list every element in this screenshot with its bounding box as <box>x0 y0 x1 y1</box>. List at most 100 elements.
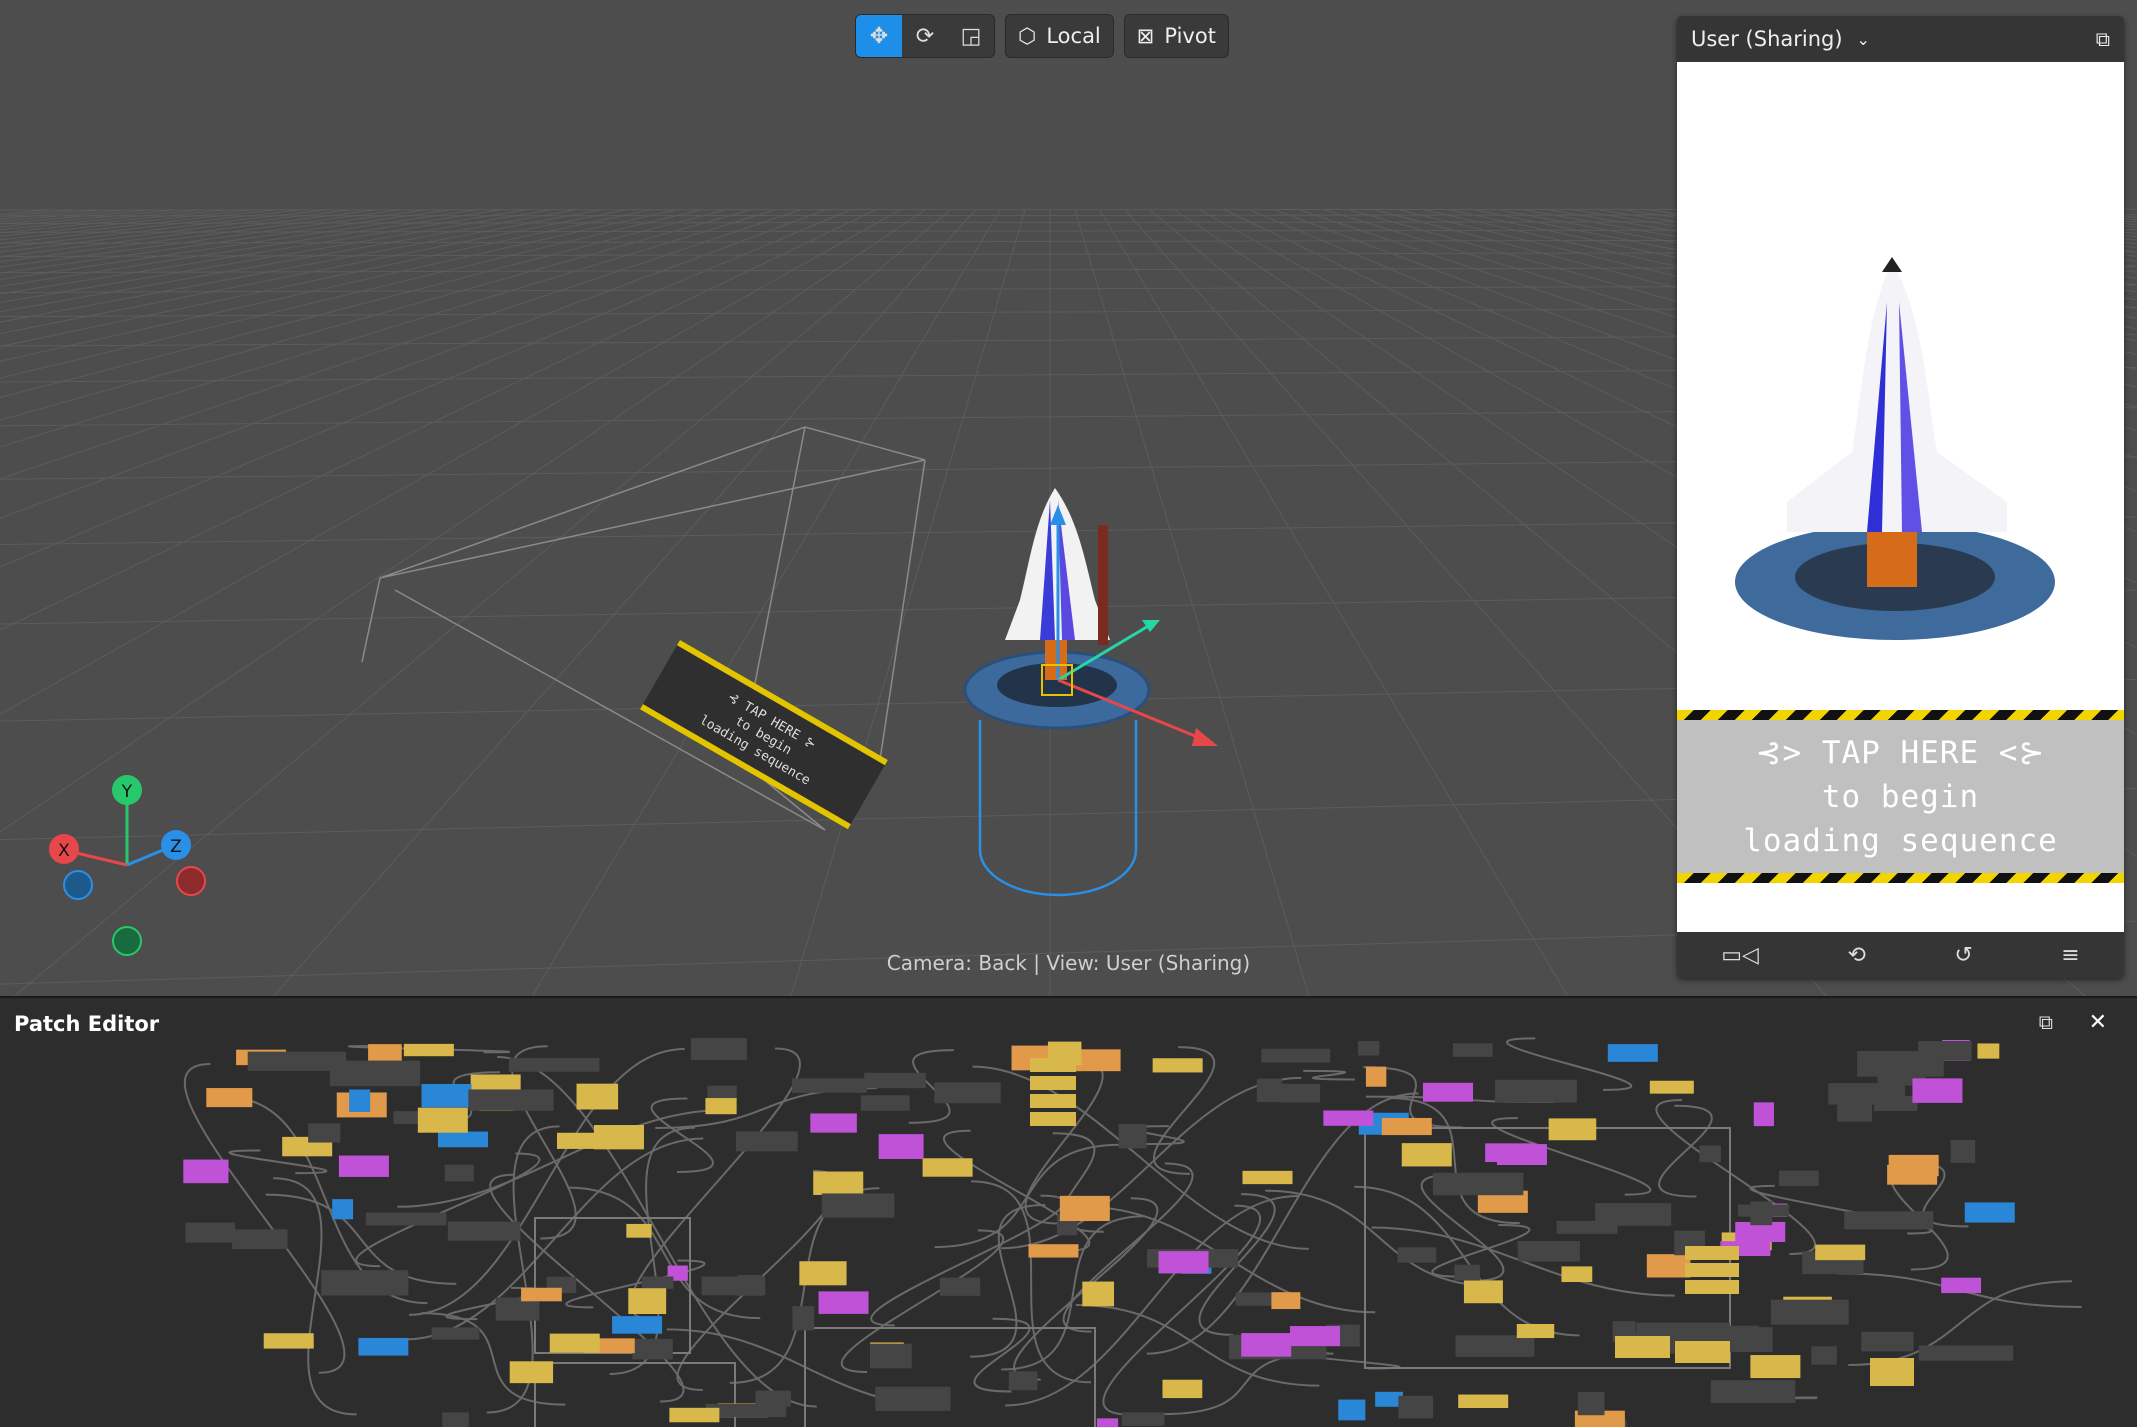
move-arrows-icon: ✥ <box>869 23 889 49</box>
patch-node <box>799 1261 847 1286</box>
gizmo-y-label: Y <box>121 782 133 802</box>
patch-node <box>332 1199 354 1220</box>
flip-camera-icon[interactable]: ⟲ <box>1847 943 1865 968</box>
rotate-tool-button[interactable]: ⟳ <box>902 15 948 57</box>
patch-node <box>690 1038 747 1061</box>
patch-node <box>1162 1379 1203 1399</box>
patch-node <box>736 1131 798 1152</box>
gizmo-z-label: Z <box>170 837 182 857</box>
grid-line <box>0 209 726 398</box>
preview-tap-banner[interactable]: ⊰> TAP HERE <⊱ to begin loading sequence <box>1677 710 2124 883</box>
patch-node <box>922 1158 973 1177</box>
cube-icon: ⬡ <box>1018 24 1037 48</box>
patch-node <box>1870 1358 1914 1386</box>
patch-node <box>1977 1043 2000 1059</box>
patch-node <box>705 1098 737 1115</box>
transform-toolbar: ✥ ⟳ ◲ ⬡ Local ⊠ Pivot <box>855 14 1229 58</box>
patch-node <box>1941 1277 1982 1294</box>
close-icon[interactable]: ✕ <box>2089 1010 2107 1035</box>
grid-line <box>0 209 426 268</box>
patch-node <box>875 1386 951 1411</box>
tap-sign-3d: ⊰ TAP HERE ⊱ to begin loading sequence <box>640 640 888 830</box>
patch-editor-panel[interactable]: Patch Editor ⧉ ✕ <box>0 996 2137 1427</box>
patch-node <box>232 1229 288 1250</box>
patch-node <box>1615 1336 1670 1358</box>
move-tool-button[interactable]: ✥ <box>856 15 902 57</box>
patch-node <box>1365 1066 1387 1087</box>
patch-group-box <box>804 1327 1096 1427</box>
grid-line <box>0 209 351 253</box>
patch-node <box>1401 1143 1452 1167</box>
patch-node <box>447 1221 521 1241</box>
scale-tool-button[interactable]: ◲ <box>948 15 994 57</box>
patch-node <box>1432 1172 1524 1196</box>
patch-node <box>576 1083 619 1110</box>
preview-shuttle-render <box>1735 257 2055 640</box>
local-label: Local <box>1046 24 1101 48</box>
pivot-icon: ⊠ <box>1136 24 1155 48</box>
patch-node <box>669 1407 720 1423</box>
patch-node <box>1256 1078 1282 1103</box>
scale-icon: ◲ <box>960 23 982 49</box>
patch-wire <box>1303 1069 1355 1081</box>
patch-node <box>1561 1266 1593 1283</box>
popout-icon[interactable]: ⧉ <box>2096 27 2110 51</box>
patch-node <box>821 1193 895 1218</box>
pivot-toggle[interactable]: ⊠ Pivot <box>1123 14 1229 58</box>
grid-line <box>0 209 876 631</box>
patch-node <box>1454 1264 1480 1281</box>
grid-line <box>1074 209 1310 996</box>
patch-node <box>1516 1323 1555 1339</box>
patch-node <box>1737 1204 1789 1217</box>
patch-node <box>612 1316 663 1334</box>
patch-node <box>1279 1083 1321 1103</box>
grid-line <box>531 209 1001 996</box>
patch-graph-canvas[interactable] <box>0 998 2137 1427</box>
cylinder-collider <box>978 720 1138 897</box>
device-selector[interactable]: User (Sharing) <box>1691 27 1843 51</box>
patch-node <box>1030 1058 1076 1072</box>
popout-icon[interactable]: ⧉ <box>2039 1010 2053 1034</box>
video-camera-icon[interactable]: ▭◁ <box>1721 943 1759 968</box>
patch-node <box>1873 1096 1918 1111</box>
patch-node <box>1649 1080 1694 1094</box>
menu-icon[interactable]: ≡ <box>2061 943 2079 968</box>
preview-screen[interactable]: ⊰> TAP HERE <⊱ to begin loading sequence <box>1677 62 2124 932</box>
patch-node <box>1753 1102 1774 1127</box>
patch-node <box>1861 1331 1914 1352</box>
patch-node <box>329 1060 421 1087</box>
grid-line <box>0 209 676 362</box>
scene-viewport[interactable]: ⊰ TAP HERE ⊱ to begin loading sequence Y… <box>0 0 2137 996</box>
grid-line <box>0 209 126 222</box>
patch-node <box>701 1276 766 1296</box>
patch-node <box>263 1333 314 1349</box>
patch-wire <box>421 1312 566 1406</box>
patch-node <box>1685 1263 1739 1277</box>
chevron-down-icon[interactable]: ⌄ <box>1857 30 1870 49</box>
transform-mode-group: ✥ ⟳ ◲ <box>855 14 995 58</box>
grid-line <box>0 209 651 348</box>
grid-line <box>0 209 801 480</box>
patch-node <box>349 1089 371 1112</box>
patch-node <box>508 1058 600 1072</box>
patch-node <box>468 1089 554 1111</box>
patch-node <box>403 1043 454 1057</box>
patch-node <box>1548 1118 1597 1141</box>
patch-node <box>1912 1078 1963 1103</box>
patch-node <box>1918 1040 1972 1061</box>
patch-node <box>1918 1345 2014 1361</box>
patch-node <box>358 1337 409 1356</box>
patch-node <box>1381 1117 1432 1136</box>
local-toggle[interactable]: ⬡ Local <box>1005 14 1114 58</box>
patch-node <box>1241 1333 1292 1357</box>
patch-node <box>1452 1043 1493 1057</box>
rotate-icon: ⟳ <box>915 23 935 49</box>
patch-node <box>365 1212 447 1226</box>
grid-line <box>0 209 276 241</box>
grid-line <box>0 209 76 217</box>
banner-body: ⊰> TAP HERE <⊱ to begin loading sequence <box>1677 720 2124 873</box>
rotate-device-icon[interactable]: ↺ <box>1954 943 1972 968</box>
patch-node <box>1323 1110 1374 1126</box>
pivot-label: Pivot <box>1164 24 1216 48</box>
patch-node <box>1577 1391 1605 1416</box>
